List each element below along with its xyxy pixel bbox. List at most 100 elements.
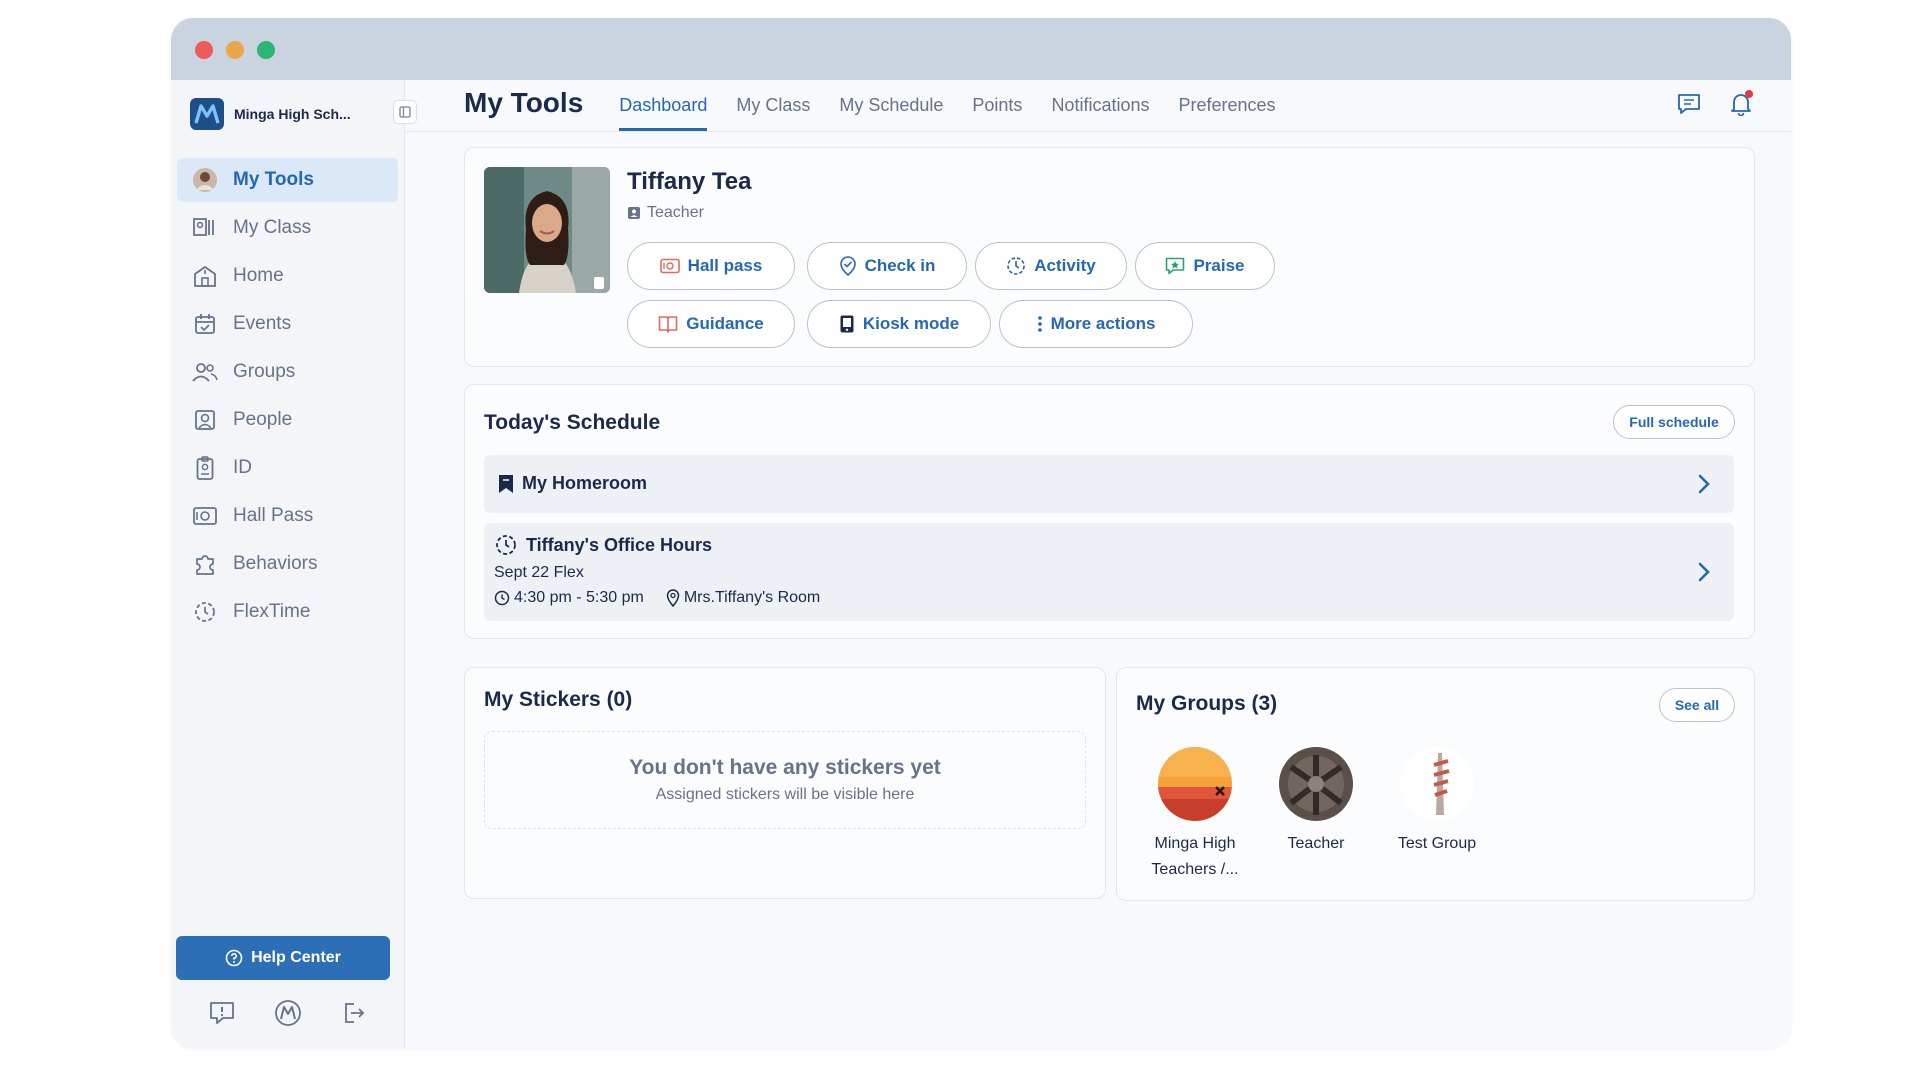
group-name-line1: Minga High — [1154, 835, 1236, 852]
sidebar-item-label: Groups — [233, 361, 296, 382]
schedule-title: Today's Schedule — [484, 411, 661, 434]
kiosk-icon — [840, 315, 854, 333]
guidance-button[interactable]: Guidance — [627, 300, 795, 348]
profile-role-label: Teacher — [647, 204, 704, 221]
group-avatar-sunset — [1158, 747, 1232, 821]
notifications-bell-icon[interactable] — [1727, 90, 1755, 118]
ticket-icon — [191, 502, 219, 530]
hall-pass-button[interactable]: Hall pass — [627, 242, 795, 290]
clock-icon — [494, 590, 510, 606]
sidebar-item-label: FlexTime — [233, 601, 311, 622]
office-hours-meta: 4:30 pm - 5:30 pm Mrs.Tiffany's Room — [494, 589, 820, 607]
check-in-icon — [839, 256, 856, 276]
id-badge-icon — [191, 454, 219, 482]
check-in-button[interactable]: Check in — [807, 242, 967, 290]
tab-points[interactable]: Points — [972, 95, 1022, 131]
praise-button[interactable]: Praise — [1135, 242, 1275, 290]
sidebar: Minga High Sch... My Tools My Class Home… — [171, 80, 417, 1048]
sidebar-item-groups[interactable]: Groups — [177, 350, 398, 394]
guidance-label: Guidance — [686, 314, 764, 333]
puzzle-icon — [191, 550, 219, 578]
app-window: Minga High Sch... My Tools My Class Home… — [171, 18, 1791, 1048]
groups-title: My Groups (3) — [1136, 692, 1278, 715]
kiosk-mode-button[interactable]: Kiosk mode — [807, 300, 991, 348]
sidebar-item-hall-pass[interactable]: Hall Pass — [177, 494, 398, 538]
sidebar-item-label: ID — [233, 457, 252, 478]
tab-bar: Dashboard My Class My Schedule Points No… — [619, 95, 1276, 131]
top-bar: My Tools Dashboard My Class My Schedule … — [405, 80, 1791, 132]
office-hours-title: Tiffany's Office Hours — [494, 533, 712, 557]
homeroom-label: My Homeroom — [522, 473, 648, 493]
group-label: Minga High Teachers /... — [1151, 831, 1238, 883]
minimize-window-button[interactable] — [226, 41, 244, 59]
sidebar-item-label: People — [233, 409, 293, 430]
school-brand[interactable]: Minga High Sch... — [171, 80, 404, 148]
tab-dashboard[interactable]: Dashboard — [619, 95, 708, 131]
sidebar-item-flextime[interactable]: FlexTime — [177, 590, 398, 634]
feedback-icon[interactable] — [207, 998, 237, 1028]
sidebar-item-home[interactable]: Home — [177, 254, 398, 298]
sidebar-item-events[interactable]: Events — [177, 302, 398, 346]
hall-pass-label: Hall pass — [687, 256, 763, 275]
sidebar-item-people[interactable]: People — [177, 398, 398, 442]
role-badge-icon — [628, 207, 640, 219]
see-all-groups-button[interactable]: See all — [1659, 688, 1735, 722]
group-label: Teacher — [1287, 835, 1345, 852]
sidebar-item-my-class[interactable]: My Class — [177, 206, 398, 250]
tab-notifications[interactable]: Notifications — [1051, 95, 1149, 131]
chevron-right-icon[interactable] — [1694, 562, 1714, 582]
activity-label: Activity — [1034, 256, 1096, 275]
group-name-line2: Teachers /... — [1151, 861, 1239, 878]
sidebar-item-label: My Tools — [233, 169, 314, 190]
office-hours-time: 4:30 pm - 5:30 pm — [514, 589, 644, 606]
schedule-item-homeroom[interactable]: My Homeroom — [484, 455, 1734, 513]
sidebar-nav: My Tools My Class Home Events Groups Peo… — [171, 158, 404, 634]
messages-icon[interactable] — [1675, 90, 1703, 118]
stickers-title: My Stickers (0) — [484, 688, 633, 711]
tab-my-class[interactable]: My Class — [736, 95, 810, 131]
stickers-empty-title: You don't have any stickers yet — [629, 756, 941, 779]
check-in-label: Check in — [864, 256, 936, 275]
sidebar-item-behaviors[interactable]: Behaviors — [177, 542, 398, 586]
profile-role: Teacher — [627, 204, 704, 222]
activity-icon — [1007, 257, 1026, 275]
profile-card: Tiffany Tea Teacher Hall pass Check in A… — [464, 147, 1755, 367]
help-center-label: Help Center — [251, 949, 341, 966]
activity-button[interactable]: Activity — [975, 242, 1127, 290]
office-hours-date: Sept 22 Flex — [494, 564, 584, 581]
logout-icon[interactable] — [339, 998, 369, 1028]
class-board-icon — [191, 214, 219, 242]
collapse-sidebar-button[interactable] — [393, 100, 417, 124]
location-pin-icon — [666, 589, 680, 607]
kiosk-mode-label: Kiosk mode — [862, 314, 960, 333]
maximize-window-button[interactable] — [257, 41, 275, 59]
flextime-clock-icon — [496, 535, 516, 555]
help-center-button[interactable]: Help Center — [176, 936, 390, 980]
title-bar — [171, 18, 1791, 80]
sidebar-footer — [171, 998, 405, 1028]
tab-my-schedule[interactable]: My Schedule — [839, 95, 943, 131]
profile-photo[interactable] — [484, 167, 610, 293]
close-window-button[interactable] — [195, 41, 213, 59]
my-stickers-card: My Stickers (0) You don't have any stick… — [464, 667, 1106, 899]
tab-preferences[interactable]: Preferences — [1178, 95, 1275, 131]
minga-circle-icon[interactable] — [273, 998, 303, 1028]
sidebar-item-id[interactable]: ID — [177, 446, 398, 490]
group-item[interactable]: Test Group — [1377, 747, 1497, 857]
bookmark-icon — [499, 474, 513, 493]
stickers-empty-state: You don't have any stickers yet Assigned… — [484, 731, 1086, 829]
more-actions-button[interactable]: More actions — [999, 300, 1193, 348]
group-avatar-test — [1400, 747, 1474, 821]
full-schedule-button[interactable]: Full schedule — [1613, 405, 1735, 439]
school-name: Minga High Sch... — [234, 106, 351, 122]
office-hours-location: Mrs.Tiffany's Room — [683, 589, 821, 606]
sidebar-item-label: Behaviors — [233, 553, 318, 574]
group-item[interactable]: Minga High Teachers /... — [1135, 747, 1255, 883]
sidebar-item-label: Events — [233, 313, 292, 334]
group-item[interactable]: Teacher — [1256, 747, 1376, 857]
chevron-right-icon[interactable] — [1694, 474, 1714, 494]
schedule-item-office-hours[interactable]: Tiffany's Office Hours Sept 22 Flex 4:30… — [484, 523, 1734, 621]
more-vertical-icon — [1037, 316, 1042, 332]
users-icon — [191, 358, 219, 386]
sidebar-item-my-tools[interactable]: My Tools — [177, 158, 398, 202]
